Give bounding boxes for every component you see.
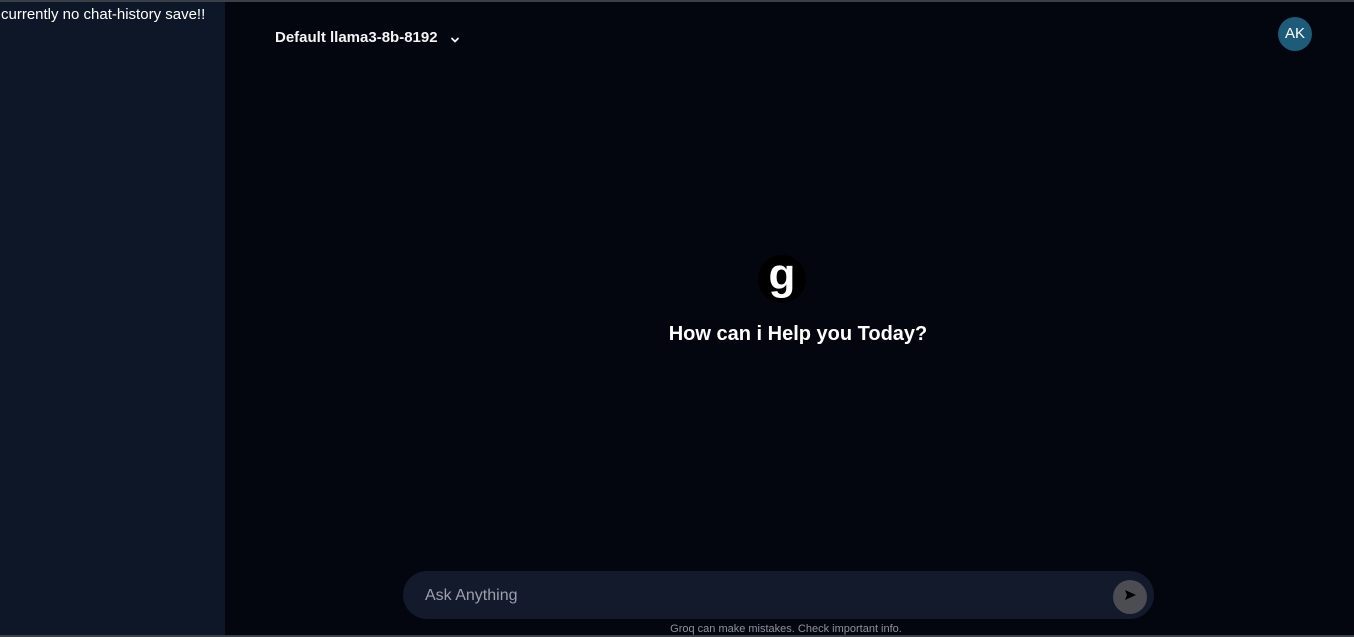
app-window: currently no chat-history save!! Default… bbox=[0, 0, 1354, 637]
chat-main-area: Default llama3-8b-8192 AK g How can i He… bbox=[225, 2, 1354, 635]
greeting-heading: How can i Help you Today? bbox=[668, 323, 928, 345]
groq-logo: g bbox=[758, 253, 806, 303]
message-composer bbox=[403, 571, 1154, 621]
send-button[interactable] bbox=[1113, 580, 1147, 614]
disclaimer-text: Groq can make mistakes. Check important … bbox=[670, 623, 902, 635]
send-icon bbox=[1123, 588, 1137, 607]
ask-input[interactable] bbox=[423, 571, 1107, 621]
chat-history-note: currently no chat-history save!! bbox=[1, 6, 206, 23]
model-selector[interactable]: Default llama3-8b-8192 bbox=[275, 26, 460, 48]
chat-history-sidebar: currently no chat-history save!! bbox=[0, 2, 225, 635]
chevron-down-icon bbox=[450, 32, 460, 43]
user-avatar[interactable]: AK bbox=[1278, 17, 1312, 51]
model-selector-label: Default llama3-8b-8192 bbox=[275, 28, 438, 46]
